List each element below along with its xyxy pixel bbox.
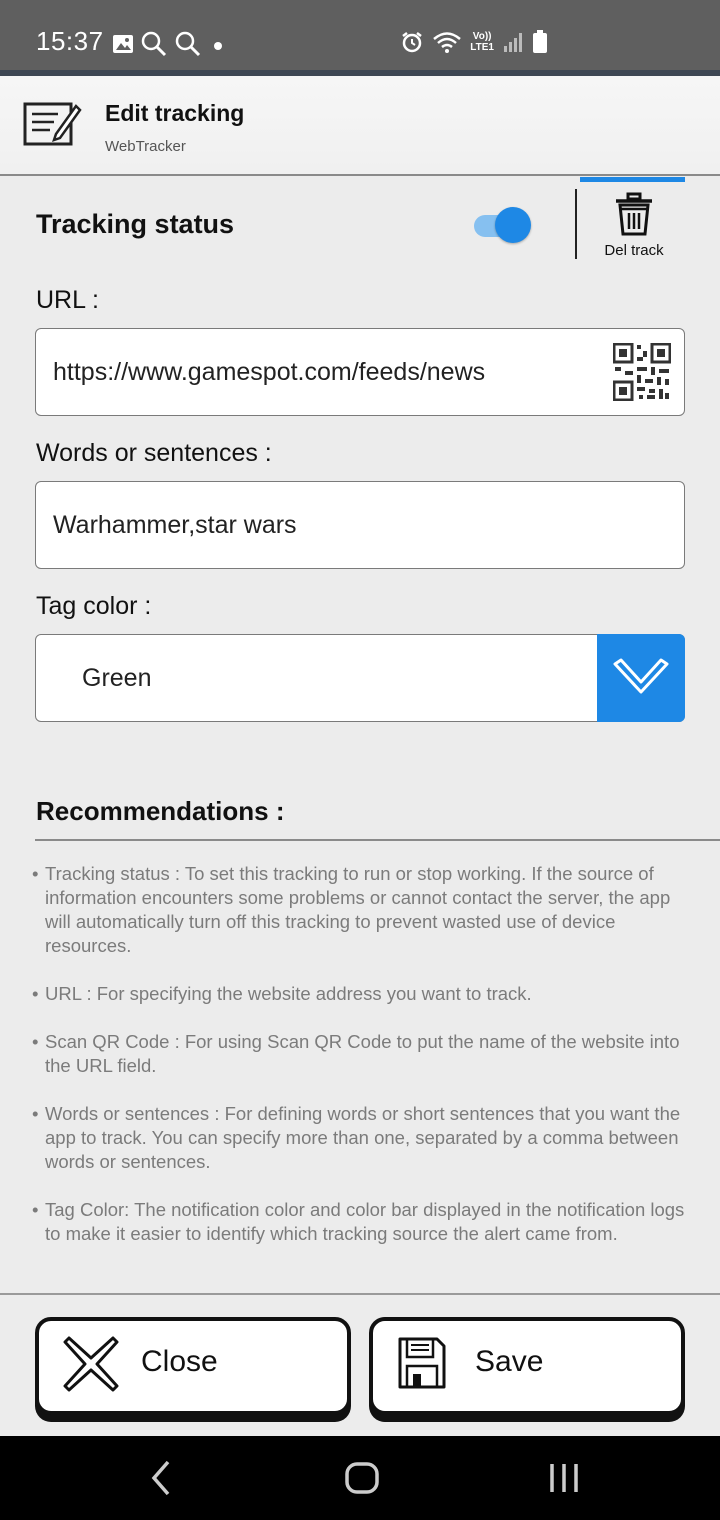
url-value: https://www.gamespot.com/feeds/news (53, 358, 486, 386)
vertical-divider (575, 189, 577, 259)
edit-document-icon (23, 102, 82, 146)
close-icon (63, 1336, 119, 1392)
bullet: • (32, 983, 39, 1004)
recommendation-text: Tag Color: The notification color and co… (45, 1199, 685, 1244)
bullet: • (32, 1031, 39, 1052)
close-button[interactable]: Close (35, 1317, 351, 1415)
tracking-status-toggle[interactable] (472, 206, 532, 244)
recommendation-item: • Tracking status : To set this tracking … (32, 862, 692, 958)
url-input[interactable]: https://www.gamespot.com/feeds/news (35, 328, 685, 416)
save-button[interactable]: Save (369, 1317, 685, 1415)
words-value: Warhammer,star wars (53, 511, 297, 539)
bottom-divider (0, 1293, 720, 1295)
tracking-status-label: Tracking status (36, 209, 235, 239)
close-label: Close (141, 1345, 218, 1378)
recommendation-text: Scan QR Code : For using Scan QR Code to… (45, 1031, 680, 1076)
back-icon[interactable] (148, 1458, 174, 1498)
recommendations-title: Recommendations : (36, 796, 285, 826)
words-input[interactable]: Warhammer,star wars (35, 481, 685, 569)
recommendations-list: • Tracking status : To set this tracking … (32, 862, 692, 1270)
toggle-knob (495, 207, 531, 243)
search-icon (175, 31, 201, 57)
del-track-accent-bar (580, 177, 685, 182)
gallery-icon (113, 35, 133, 53)
wifi-icon (433, 32, 462, 53)
url-label: URL : (36, 286, 99, 314)
lte-label: LTE1 (470, 42, 494, 53)
status-time: 15:37 (36, 26, 104, 56)
words-label: Words or sentences : (36, 439, 272, 467)
tag-color-label: Tag color : (36, 592, 152, 620)
signal-icon (504, 33, 522, 52)
recommendation-text: URL : For specifying the website address… (45, 983, 532, 1004)
recommendation-text: Words or sentences : For defining words … (45, 1103, 681, 1172)
recent-apps-icon[interactable] (548, 1458, 580, 1498)
search-icon (141, 31, 167, 57)
bullet: • (32, 863, 39, 884)
recommendations-divider (35, 839, 720, 841)
page-title: Edit tracking (105, 100, 245, 126)
home-icon[interactable] (344, 1458, 380, 1498)
tag-color-select[interactable]: Green (35, 634, 685, 722)
dot-icon (214, 42, 222, 50)
volte-label: Vo)) (472, 31, 492, 42)
recommendation-item: • Tag Color: The notification color and c… (32, 1198, 692, 1246)
save-label: Save (475, 1345, 544, 1378)
tag-color-value: Green (82, 664, 152, 692)
recommendation-text: Tracking status : To set this tracking t… (45, 863, 671, 956)
recommendation-item: • Scan QR Code : For using Scan QR Code t… (32, 1030, 692, 1078)
app-header: Edit tracking WebTracker (0, 76, 720, 176)
del-track-button[interactable]: Del track (590, 192, 678, 264)
floppy-disk-icon (398, 1337, 446, 1389)
status-bar: 15:37 Vo)) LTE1 (0, 0, 720, 74)
chevron-down-icon (613, 658, 669, 694)
tag-color-dropdown-button[interactable] (597, 634, 685, 722)
alarm-icon (402, 32, 423, 53)
trash-icon (616, 192, 652, 236)
recommendation-item: • Words or sentences : For defining words… (32, 1102, 692, 1174)
volte-lte-icon: Vo)) LTE1 (470, 31, 494, 53)
battery-icon (533, 30, 547, 53)
page-subtitle: WebTracker (105, 138, 186, 155)
bullet: • (32, 1199, 39, 1220)
recommendation-item: • URL : For specifying the website addres… (32, 982, 692, 1006)
scan-qr-code-icon[interactable] (613, 343, 671, 401)
bullet: • (32, 1103, 39, 1124)
navigation-bar (0, 1436, 720, 1520)
del-track-label: Del track (604, 242, 664, 259)
